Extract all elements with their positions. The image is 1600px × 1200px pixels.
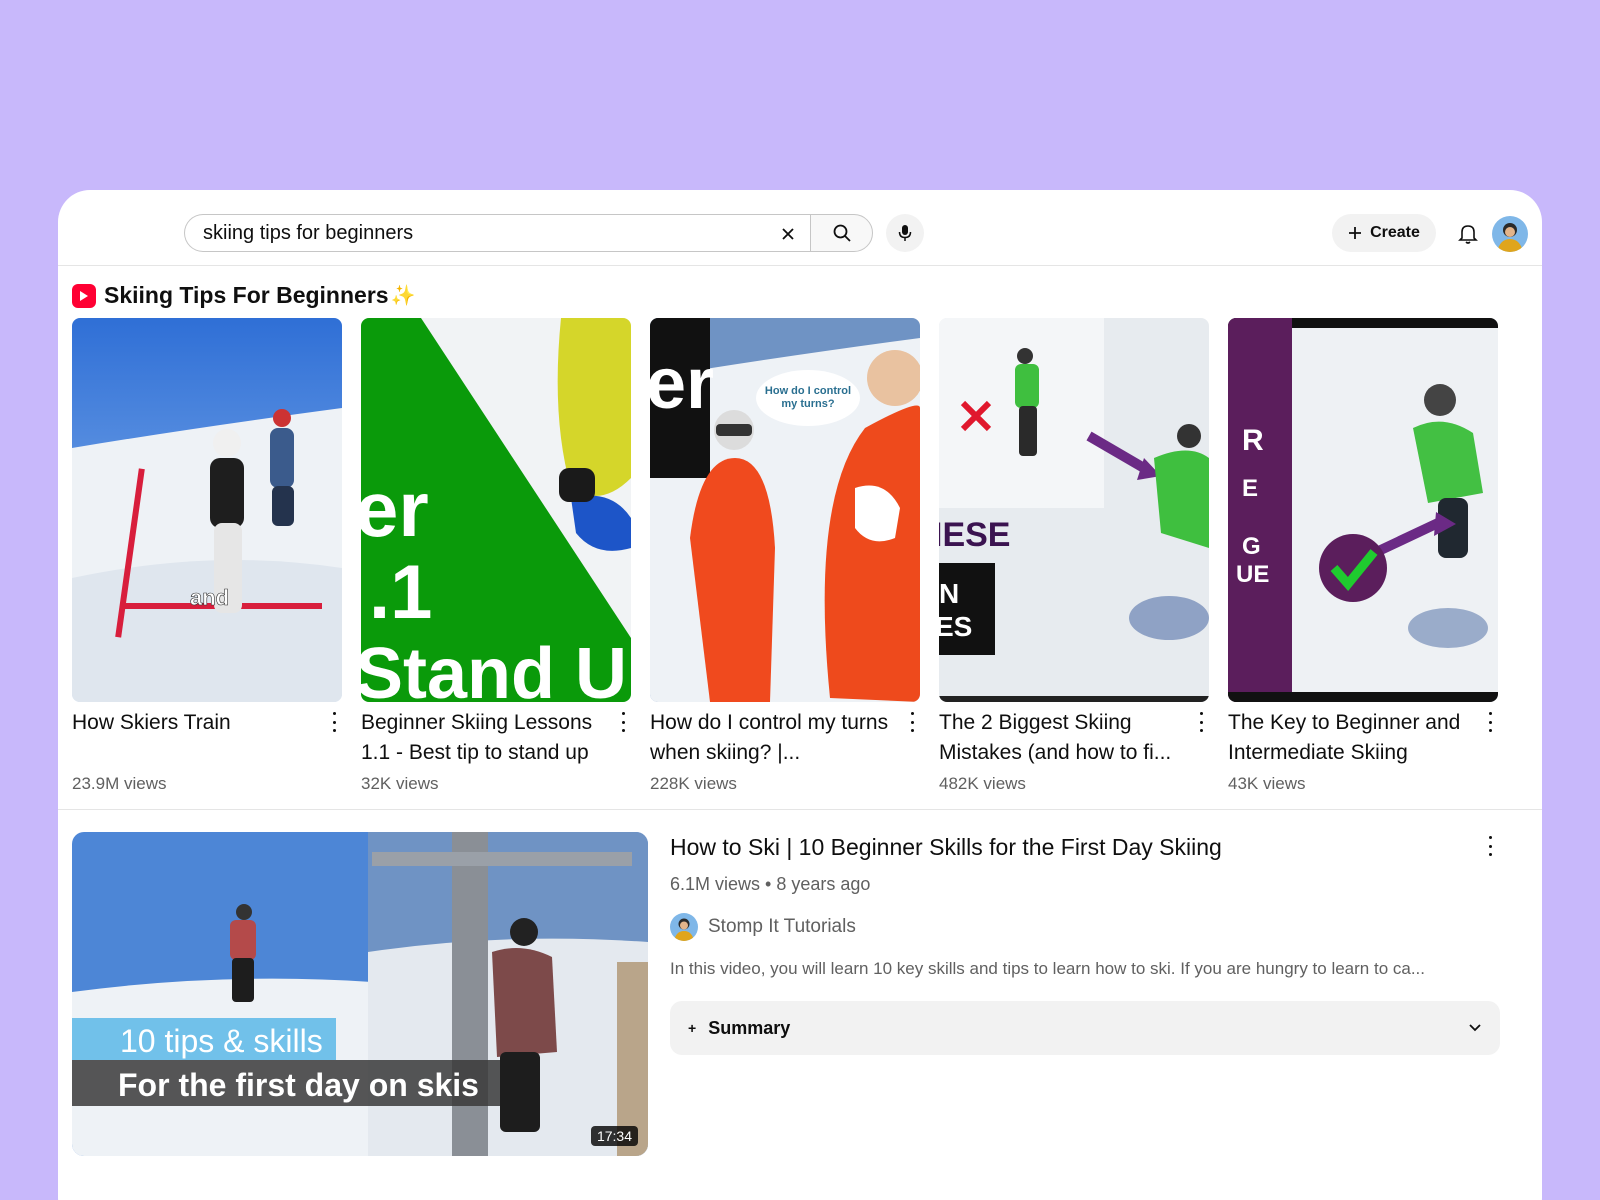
chevron-down-icon <box>1469 1024 1481 1032</box>
short-views: 43K views <box>1228 774 1306 793</box>
clear-search-button[interactable] <box>775 221 801 247</box>
short-overlay-text: er <box>650 344 714 424</box>
notifications-button[interactable] <box>1450 216 1486 252</box>
short-views: 482K views <box>939 774 1026 793</box>
speech-bubble-text: How do I control <box>765 385 851 397</box>
short-overlay-text: R <box>1242 424 1264 457</box>
short-overlay-text: UE <box>1236 561 1269 588</box>
short-item[interactable]: and How Skiers Train 23.9M views <box>72 318 342 808</box>
short-title[interactable]: How do I control my turns when skiing? |… <box>650 708 890 768</box>
more-options-button[interactable] <box>328 712 340 732</box>
video-views: 6.1M views <box>670 874 761 894</box>
channel-avatar[interactable] <box>670 913 698 941</box>
video-meta: 6.1M views • 8 years ago <box>670 874 1500 895</box>
avatar-image <box>1492 216 1528 252</box>
short-item[interactable]: er How do I control my turns? How do I c… <box>650 318 920 808</box>
channel-name[interactable]: Stomp It Tutorials <box>708 916 856 938</box>
short-views: 228K views <box>650 774 737 793</box>
shorts-shelf-header: Skiing Tips For Beginners ✨ <box>72 282 415 309</box>
shelf-title: Skiing Tips For Beginners <box>104 282 389 308</box>
thumbnail-caption: 10 tips & skills <box>120 1023 323 1059</box>
video-title[interactable]: How to Ski | 10 Beginner Skills for the … <box>670 832 1500 862</box>
short-views: 23.9M views <box>72 774 167 793</box>
short-item[interactable]: IESE N ES The 2 Biggest Skiing Mistakes … <box>939 318 1209 808</box>
video-thumbnail[interactable]: 10 tips & skills For the first day on sk… <box>72 832 648 1156</box>
more-options-button[interactable] <box>1195 712 1207 732</box>
shorts-row: and How Skiers Train 23.9M views er .1 S… <box>72 318 1528 808</box>
short-overlay-text: er <box>361 465 429 553</box>
search-box[interactable] <box>184 214 815 252</box>
more-options-button[interactable] <box>1484 836 1496 856</box>
duration-badge: 17:34 <box>590 1126 638 1146</box>
more-options-button[interactable] <box>1484 712 1496 732</box>
channel-row[interactable]: Stomp It Tutorials <box>670 913 1500 941</box>
microphone-icon <box>898 225 912 241</box>
search-button[interactable] <box>810 214 873 252</box>
summary-label: Summary <box>708 1017 791 1038</box>
video-description: In this video, you will learn 10 key ski… <box>670 959 1425 978</box>
short-title[interactable]: The Key to Beginner and Intermediate Ski… <box>1228 708 1468 768</box>
short-thumbnail[interactable]: IESE N ES <box>939 318 1209 702</box>
section-divider <box>58 809 1542 810</box>
short-overlay-text: Stand Up <box>361 634 631 702</box>
meta-separator: • <box>765 874 772 894</box>
short-overlay-text: G <box>1242 533 1261 560</box>
account-avatar[interactable] <box>1492 216 1528 252</box>
shorts-logo-icon <box>72 283 96 308</box>
close-icon <box>782 228 794 240</box>
short-overlay-text: E <box>1242 475 1258 502</box>
sparkle-icon: ✨ <box>390 285 416 307</box>
short-overlay-text: .1 <box>369 550 432 635</box>
bell-icon <box>1458 225 1478 244</box>
short-thumbnail[interactable]: and <box>72 318 342 702</box>
app-window: Create Skiing Tips For Beginners ✨ <box>58 190 1542 1200</box>
video-info: How to Ski | 10 Beginner Skills for the … <box>670 832 1500 1055</box>
create-button-label: Create <box>1370 224 1420 241</box>
plus-icon <box>1349 227 1362 239</box>
short-title[interactable]: The 2 Biggest Skiing Mistakes (and how t… <box>939 708 1179 768</box>
thumbnail-caption: For the first day on skis <box>118 1067 479 1103</box>
video-age: 8 years ago <box>776 874 871 894</box>
short-thumbnail[interactable]: er How do I control my turns? <box>650 318 920 702</box>
top-bar: Create <box>58 190 1542 266</box>
search-input[interactable] <box>203 221 743 245</box>
short-item[interactable]: R E G UE The Key to Beginner and Interme… <box>1228 318 1498 808</box>
summary-expander[interactable]: + Summary <box>670 1001 1500 1055</box>
search-icon <box>833 224 851 242</box>
short-title[interactable]: How Skiers Train <box>72 708 312 738</box>
short-overlay-text: and <box>190 585 229 610</box>
short-overlay-text: N <box>939 578 959 609</box>
short-item[interactable]: er .1 Stand Up Beginner Skiing Lessons 1… <box>361 318 631 808</box>
sparkle-icon: + <box>688 1020 697 1036</box>
short-overlay-text: IESE <box>939 516 1010 554</box>
voice-search-button[interactable] <box>886 214 924 252</box>
more-options-button[interactable] <box>906 712 918 732</box>
create-button[interactable]: Create <box>1332 214 1436 252</box>
short-title[interactable]: Beginner Skiing Lessons 1.1 - Best tip t… <box>361 708 601 768</box>
short-thumbnail[interactable]: R E G UE <box>1228 318 1498 702</box>
short-overlay-text: ES <box>939 611 972 642</box>
speech-bubble-text: my turns? <box>781 398 834 410</box>
more-options-button[interactable] <box>617 712 629 732</box>
short-views: 32K views <box>361 774 439 793</box>
short-thumbnail[interactable]: er .1 Stand Up <box>361 318 631 702</box>
